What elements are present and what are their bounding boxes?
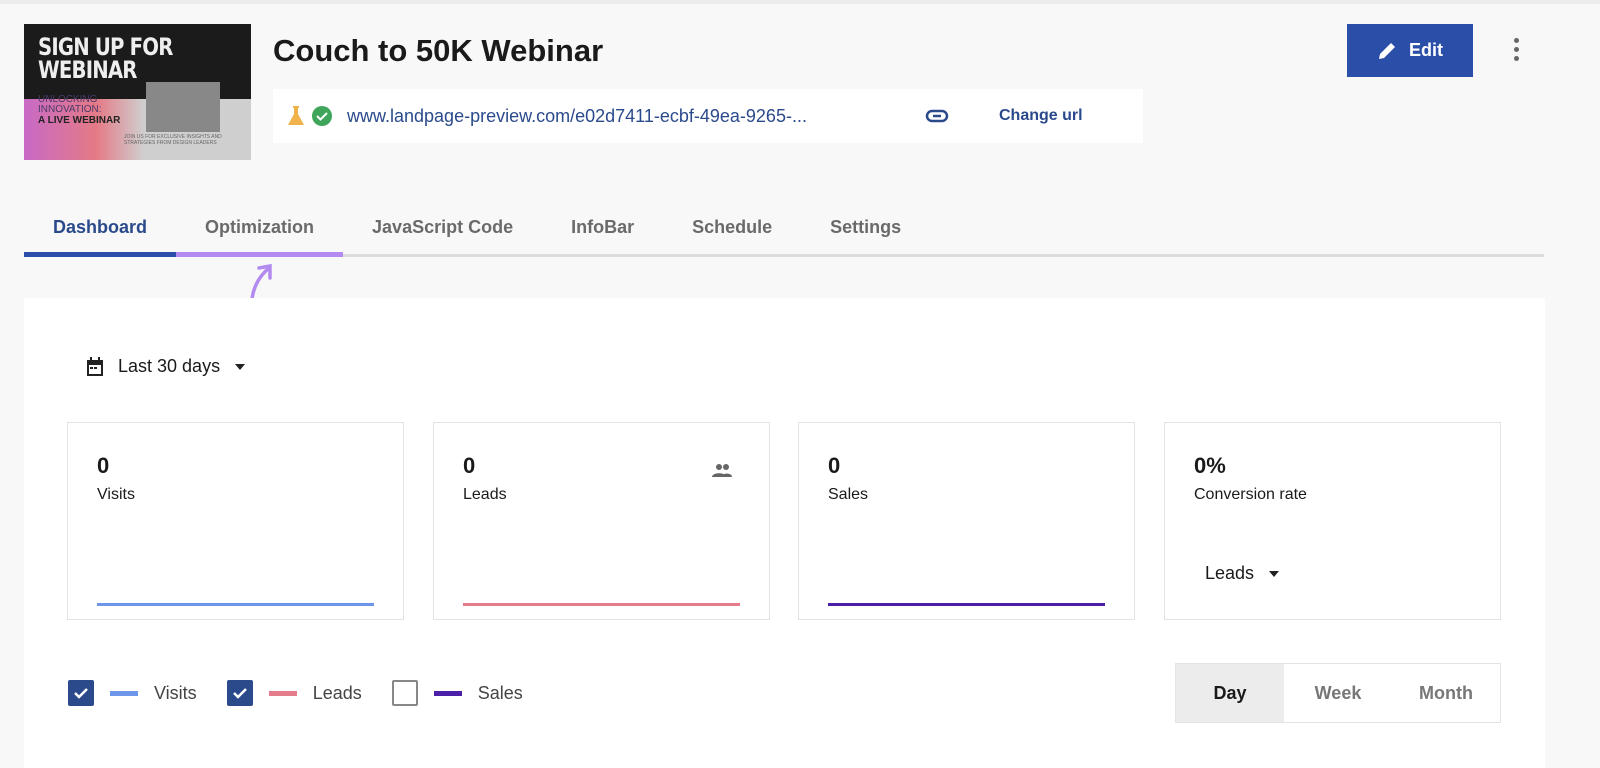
- tab-schedule[interactable]: Schedule: [663, 205, 801, 257]
- conversion-type-dropdown[interactable]: Leads: [1205, 563, 1280, 584]
- tab-javascript-code[interactable]: JavaScript Code: [343, 205, 542, 257]
- sparkline-sales: [828, 603, 1105, 606]
- stat-card-visits: 0 Visits: [67, 422, 404, 620]
- thumbnail-heading: SIGN UP FOR WEBINAR: [38, 33, 173, 84]
- tab-settings[interactable]: Settings: [801, 205, 930, 257]
- caret-down-icon: [1269, 570, 1280, 577]
- flask-icon: [288, 106, 304, 125]
- more-options-icon[interactable]: [1508, 38, 1524, 64]
- leads-checkbox[interactable]: [226, 680, 253, 706]
- thumbnail-sub: UNLOCKING INNOVATION:: [38, 94, 102, 115]
- pencil-icon: [1379, 42, 1395, 59]
- tab-bar: Dashboard Optimization JavaScript Code I…: [24, 205, 1544, 257]
- preview-url-link[interactable]: www.landpage-preview.com/e02d7411-ecbf-4…: [347, 106, 925, 127]
- sales-checkbox[interactable]: [391, 680, 418, 706]
- date-range-dropdown[interactable]: Last 30 days: [86, 356, 246, 377]
- thumbnail-photo: [146, 82, 220, 132]
- visits-checkbox[interactable]: [68, 680, 94, 706]
- check-circle-icon: [312, 106, 332, 126]
- chart-legend: Visits Leads Sales: [68, 680, 523, 706]
- calendar-icon: [87, 356, 103, 376]
- sparkline-visits: [97, 603, 374, 606]
- page-title: Couch to 50K Webinar: [273, 33, 604, 68]
- top-border: [0, 0, 1600, 4]
- check-icon: [74, 688, 88, 699]
- change-url-button[interactable]: Change url: [999, 107, 1083, 125]
- stat-card-conversion-rate: 0% Conversion rate Leads: [1164, 422, 1501, 620]
- stat-card-sales: 0 Sales: [798, 422, 1135, 620]
- stat-card-leads: 0 Leads: [433, 422, 770, 620]
- granularity-week[interactable]: Week: [1284, 664, 1392, 722]
- granularity-toggle: Day Week Month: [1175, 663, 1501, 723]
- tab-optimization[interactable]: Optimization: [176, 205, 344, 257]
- people-icon: [712, 464, 732, 477]
- check-icon: [232, 688, 247, 699]
- caret-down-icon: [235, 363, 246, 370]
- tab-infobar[interactable]: InfoBar: [542, 205, 663, 257]
- page-thumbnail[interactable]: SIGN UP FOR WEBINAR UNLOCKING INNOVATION: …: [24, 24, 251, 160]
- granularity-day[interactable]: Day: [1176, 664, 1284, 722]
- url-bar: www.landpage-preview.com/e02d7411-ecbf-4…: [273, 89, 1143, 143]
- link-icon[interactable]: [925, 109, 949, 123]
- edit-button[interactable]: Edit: [1347, 24, 1473, 77]
- granularity-month[interactable]: Month: [1392, 664, 1500, 722]
- sparkline-leads: [463, 603, 740, 606]
- tab-dashboard[interactable]: Dashboard: [24, 205, 177, 257]
